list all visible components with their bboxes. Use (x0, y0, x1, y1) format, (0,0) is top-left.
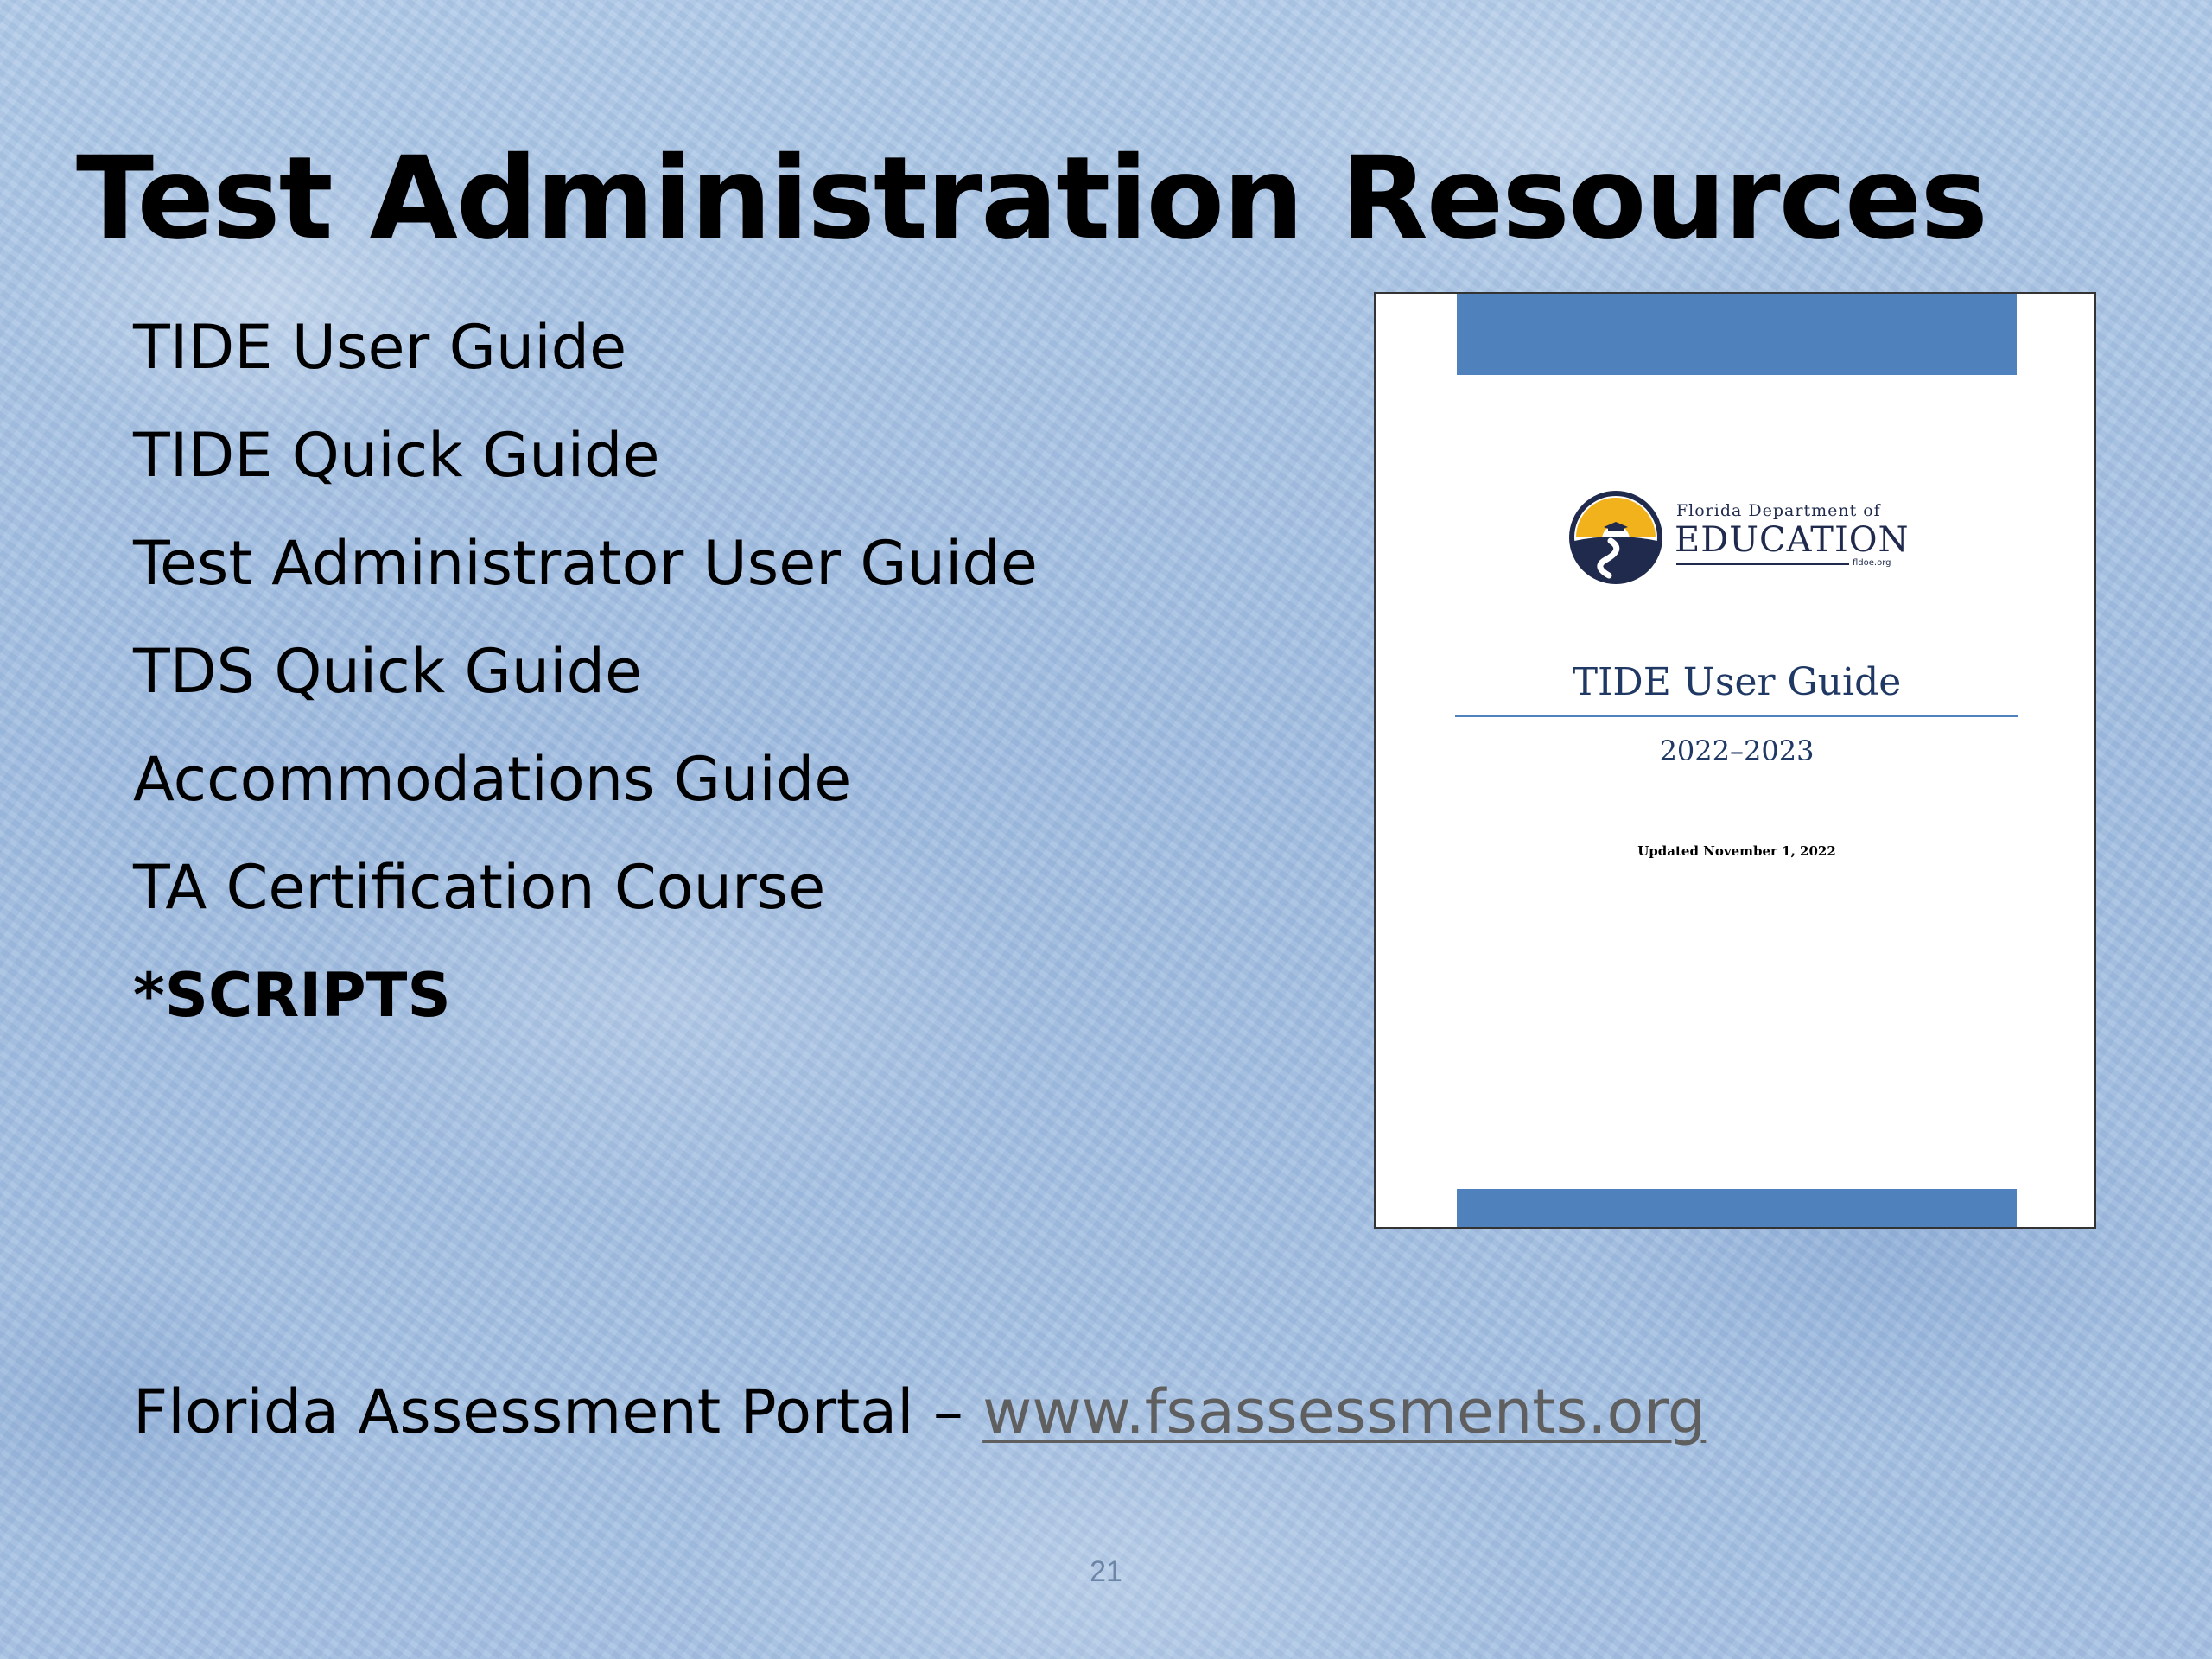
resource-item-tide-quick-guide: TIDE Quick Guide (133, 420, 660, 491)
resource-item-scripts: *SCRIPTS (133, 960, 451, 1031)
cover-doc-title: TIDE User Guide (1572, 660, 1902, 704)
fldoe-logo: Florida Department of EDUCATION fldoe.or… (1567, 489, 1930, 589)
logo-education-text: EDUCATION (1675, 520, 1910, 560)
logo-department-text: Florida Department of (1676, 501, 1881, 520)
slide: Test Administration Resources TIDE User … (0, 0, 2212, 1659)
cover-bottom-bar (1457, 1189, 2017, 1227)
portal-line: Florida Assessment Portal – www.fsassess… (133, 1369, 1706, 1455)
slide-title: Test Administration Resources (76, 132, 1988, 265)
resource-item-ta-user-guide: Test Administrator User Guide (133, 528, 1038, 599)
slide-number: 21 (1090, 1555, 1122, 1588)
cover-doc-year: 2022–2023 (1659, 734, 1815, 767)
resource-list: TIDE User Guide TIDE Quick Guide Test Ad… (133, 294, 1038, 1050)
cover-top-bar (1457, 294, 2017, 375)
logo-url-text: fldoe.org (1853, 558, 1891, 568)
cover-title-divider (1455, 715, 2018, 717)
tide-user-guide-cover-image: Florida Department of EDUCATION fldoe.or… (1374, 292, 2096, 1229)
resource-item-tds-quick-guide: TDS Quick Guide (133, 636, 643, 707)
resource-item-ta-certification-course: TA Certification Course (133, 852, 826, 923)
cover-updated-date: Updated November 1, 2022 (1637, 843, 1836, 859)
portal-label: Florida Assessment Portal – (133, 1376, 983, 1447)
logo-divider (1676, 563, 1849, 565)
florida-doe-seal-icon (1569, 491, 1662, 584)
resource-item-accommodations-guide: Accommodations Guide (133, 744, 852, 815)
portal-link[interactable]: www.fsassessments.org (982, 1376, 1706, 1447)
resource-item-tide-user-guide: TIDE User Guide (133, 312, 627, 383)
